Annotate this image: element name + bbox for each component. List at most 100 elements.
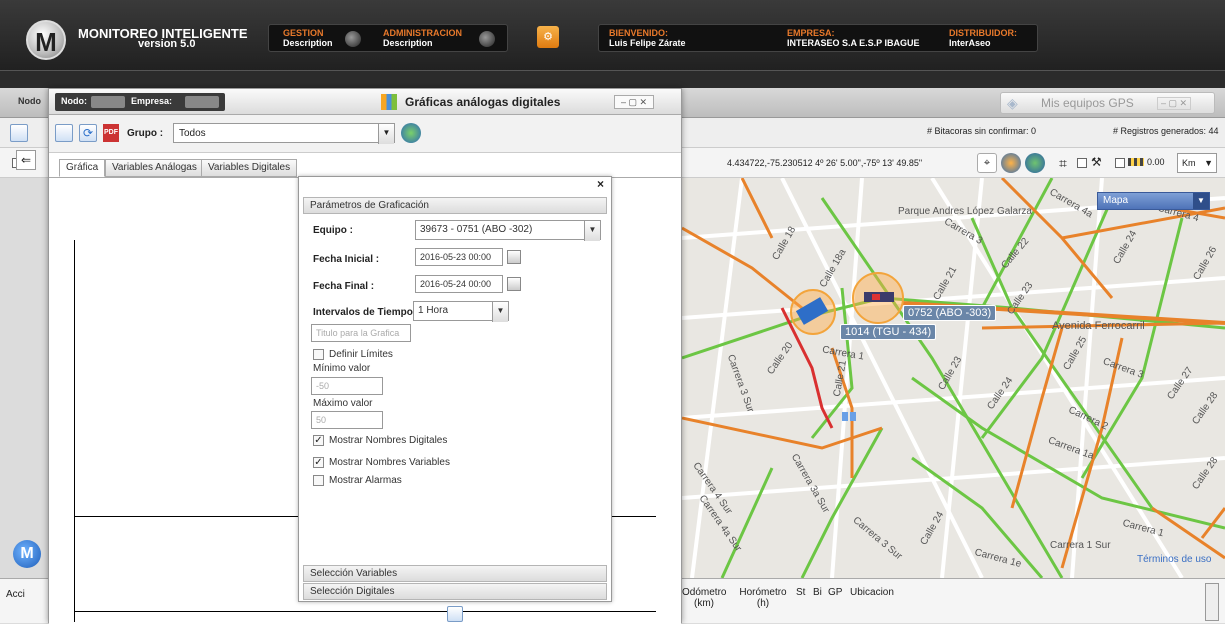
col-odometro[interactable]: Odómetro (km) <box>682 587 726 609</box>
scale-checkbox[interactable] <box>1115 158 1125 168</box>
app-version: version 5.0 <box>138 38 196 50</box>
gps-window-header[interactable]: ◈ Mis equipos GPS – ▢ ✕ <box>1000 92 1215 114</box>
search-icon[interactable] <box>10 124 28 142</box>
company-name: INTERASEO S.A E.S.P IBAGUE <box>787 38 920 48</box>
maximo-input[interactable]: 50 <box>311 411 383 429</box>
fecha-inicial-label: Fecha Inicial : <box>313 254 380 265</box>
map-label-avenida: Avenida Ferrocarril <box>1052 320 1145 332</box>
fecha-inicial-input[interactable]: 2016-05-23 00:00 <box>415 248 503 266</box>
col-st[interactable]: St <box>796 587 805 598</box>
scale-value: 0.00 <box>1147 157 1165 167</box>
unit-select[interactable]: Km ▼ <box>1177 153 1217 173</box>
fecha-final-input[interactable]: 2016-05-24 00:00 <box>415 275 503 293</box>
intervalo-label: Intervalos de Tiempo : <box>313 307 419 318</box>
calendar-icon[interactable] <box>507 250 521 264</box>
nav-administracion-sub: Description <box>383 38 433 48</box>
terms-link[interactable]: Términos de uso <box>1137 554 1211 565</box>
map-type-select[interactable]: Mapa ▼ <box>1097 192 1210 210</box>
close-icon[interactable]: × <box>597 177 604 191</box>
titulo-input[interactable]: Titulo para la Grafica <box>311 324 411 342</box>
map-type-chevron-down-icon: ▼ <box>1193 193 1209 209</box>
mostrar-alarmas-checkbox[interactable] <box>313 475 324 486</box>
m-logo-icon[interactable]: M <box>13 540 41 568</box>
mostrar-variables-label: Mostrar Nombres Variables <box>329 457 450 468</box>
vehicle-tag[interactable]: 1014 (TGU - 434) <box>840 324 937 340</box>
definir-limites-label: Definir Límites <box>329 349 393 360</box>
layer-checkbox[interactable] <box>1077 158 1087 168</box>
bitacoras-count: # Bitacoras sin confirmar: 0 <box>927 126 1037 136</box>
table-scrollbar[interactable] <box>1205 583 1219 621</box>
globe-icon[interactable] <box>1025 153 1045 173</box>
mostrar-alarmas-label: Mostrar Alarmas <box>329 475 402 486</box>
fecha-final-label: Fecha Final : <box>313 281 375 292</box>
mostrar-digitales-checkbox[interactable]: ✓ <box>313 435 324 446</box>
strip-nodo-label: Nodo <box>18 96 41 106</box>
nav-administracion-bullet-icon[interactable] <box>479 31 495 47</box>
intervalo-chevron-down-icon: ▼ <box>492 302 508 322</box>
seleccion-digitales-header[interactable]: Selección Digitales <box>303 583 607 600</box>
tab-grafica[interactable]: Gráfica <box>59 159 106 177</box>
nav-gestion[interactable]: GESTION Description <box>283 28 333 48</box>
params-section-header[interactable]: Parámetros de Graficación <box>303 197 607 214</box>
ruler-icon <box>1128 158 1144 166</box>
back-arrow-icon[interactable]: ⇐ <box>16 150 36 170</box>
unit-chevron-down-icon: ▼ <box>1204 158 1213 168</box>
nav-box: GESTION Description ADMINISTRACION Descr… <box>268 24 508 52</box>
grupo-select[interactable]: Todos ▼ <box>173 123 395 144</box>
graph-apply-icon[interactable] <box>447 606 463 622</box>
minimo-input[interactable]: -50 <box>311 377 383 395</box>
registros-count: # Registros generados: 44 <box>1113 126 1219 136</box>
search-icon[interactable] <box>55 124 73 142</box>
filter-empresa-label: Empresa: <box>131 96 173 106</box>
intervalo-select[interactable]: 1 Hora ▼ <box>413 301 509 322</box>
mostrar-variables-checkbox[interactable]: ✓ <box>313 457 324 468</box>
grupo-label: Grupo : <box>127 128 164 139</box>
gps-icon: ◈ <box>1007 95 1018 111</box>
filter-empresa-select[interactable] <box>185 96 219 108</box>
globe-layer-icon[interactable] <box>1001 153 1021 173</box>
welcome-user: Luis Felipe Zárate <box>609 38 686 48</box>
seleccion-variables-header[interactable]: Selección Variables <box>303 565 607 582</box>
binoculars-icon[interactable]: ⌗ <box>1053 153 1073 173</box>
pin-icon[interactable]: ⌖ <box>977 153 997 173</box>
map-label-parque: Parque Andres López Galarza <box>898 206 1032 217</box>
intervalo-value: 1 Hora <box>418 305 449 316</box>
dialog-titlebar[interactable]: Nodo: Empresa: Gráficas análogas digital… <box>49 89 681 115</box>
col-horometro[interactable]: Horómetro (h) <box>737 587 789 609</box>
definir-limites-checkbox[interactable] <box>313 349 324 360</box>
tab-variables-analogas[interactable]: Variables Análogas <box>105 159 204 177</box>
map-view[interactable]: Parque Andres López Galarza Carrera 3 Ca… <box>682 178 1225 578</box>
app-logo: M <box>26 20 66 60</box>
equipo-select[interactable]: 39673 - 0751 (ABO -302) ▼ <box>415 220 601 241</box>
filter-nodo-select[interactable] <box>91 96 125 108</box>
minimo-label: Mínimo valor <box>313 363 371 374</box>
equipo-value: 39673 - 0751 (ABO -302) <box>420 224 533 235</box>
settings-icon[interactable]: ⚙ <box>537 26 559 48</box>
distributor-name: InterAseo <box>949 38 991 48</box>
refresh-icon[interactable]: ⟳ <box>79 124 97 142</box>
gps-window-title: Mis equipos GPS <box>1041 96 1134 110</box>
calendar-icon[interactable] <box>507 277 521 291</box>
unit-value: Km <box>1182 158 1196 168</box>
gps-window-controls-icon[interactable]: – ▢ ✕ <box>1157 97 1192 110</box>
equipo-chevron-down-icon: ▼ <box>584 221 600 241</box>
pdf-icon[interactable]: PDF <box>103 124 119 142</box>
filter-bar: Nodo: Empresa: <box>55 93 225 111</box>
nav-gestion-bullet-icon[interactable] <box>345 31 361 47</box>
col-ubicacion[interactable]: Ubicacion <box>850 587 894 598</box>
chart-icon <box>381 94 397 110</box>
vehicle-tag[interactable]: 0752 (ABO -303) <box>903 305 997 321</box>
window-controls-icon[interactable]: – ▢ ✕ <box>614 95 654 109</box>
nav-gestion-sub: Description <box>283 38 333 48</box>
tools-icon[interactable]: ⚒ <box>1091 155 1102 169</box>
col-gp[interactable]: GP <box>828 587 842 598</box>
app-header: M MONITOREO INTELIGENTE version 5.0 GEST… <box>0 0 1225 88</box>
tab-variables-digitales[interactable]: Variables Digitales <box>201 159 298 177</box>
company-label: EMPRESA: <box>787 28 835 38</box>
chart-y-axis <box>74 240 75 622</box>
globe-icon[interactable] <box>401 123 421 143</box>
distributor-label: DISTRIBUIDOR: <box>949 28 1017 38</box>
nav-administracion-label: ADMINISTRACION <box>383 28 462 38</box>
nav-administracion[interactable]: ADMINISTRACION Description <box>383 28 462 48</box>
col-bi[interactable]: Bi <box>813 587 822 598</box>
